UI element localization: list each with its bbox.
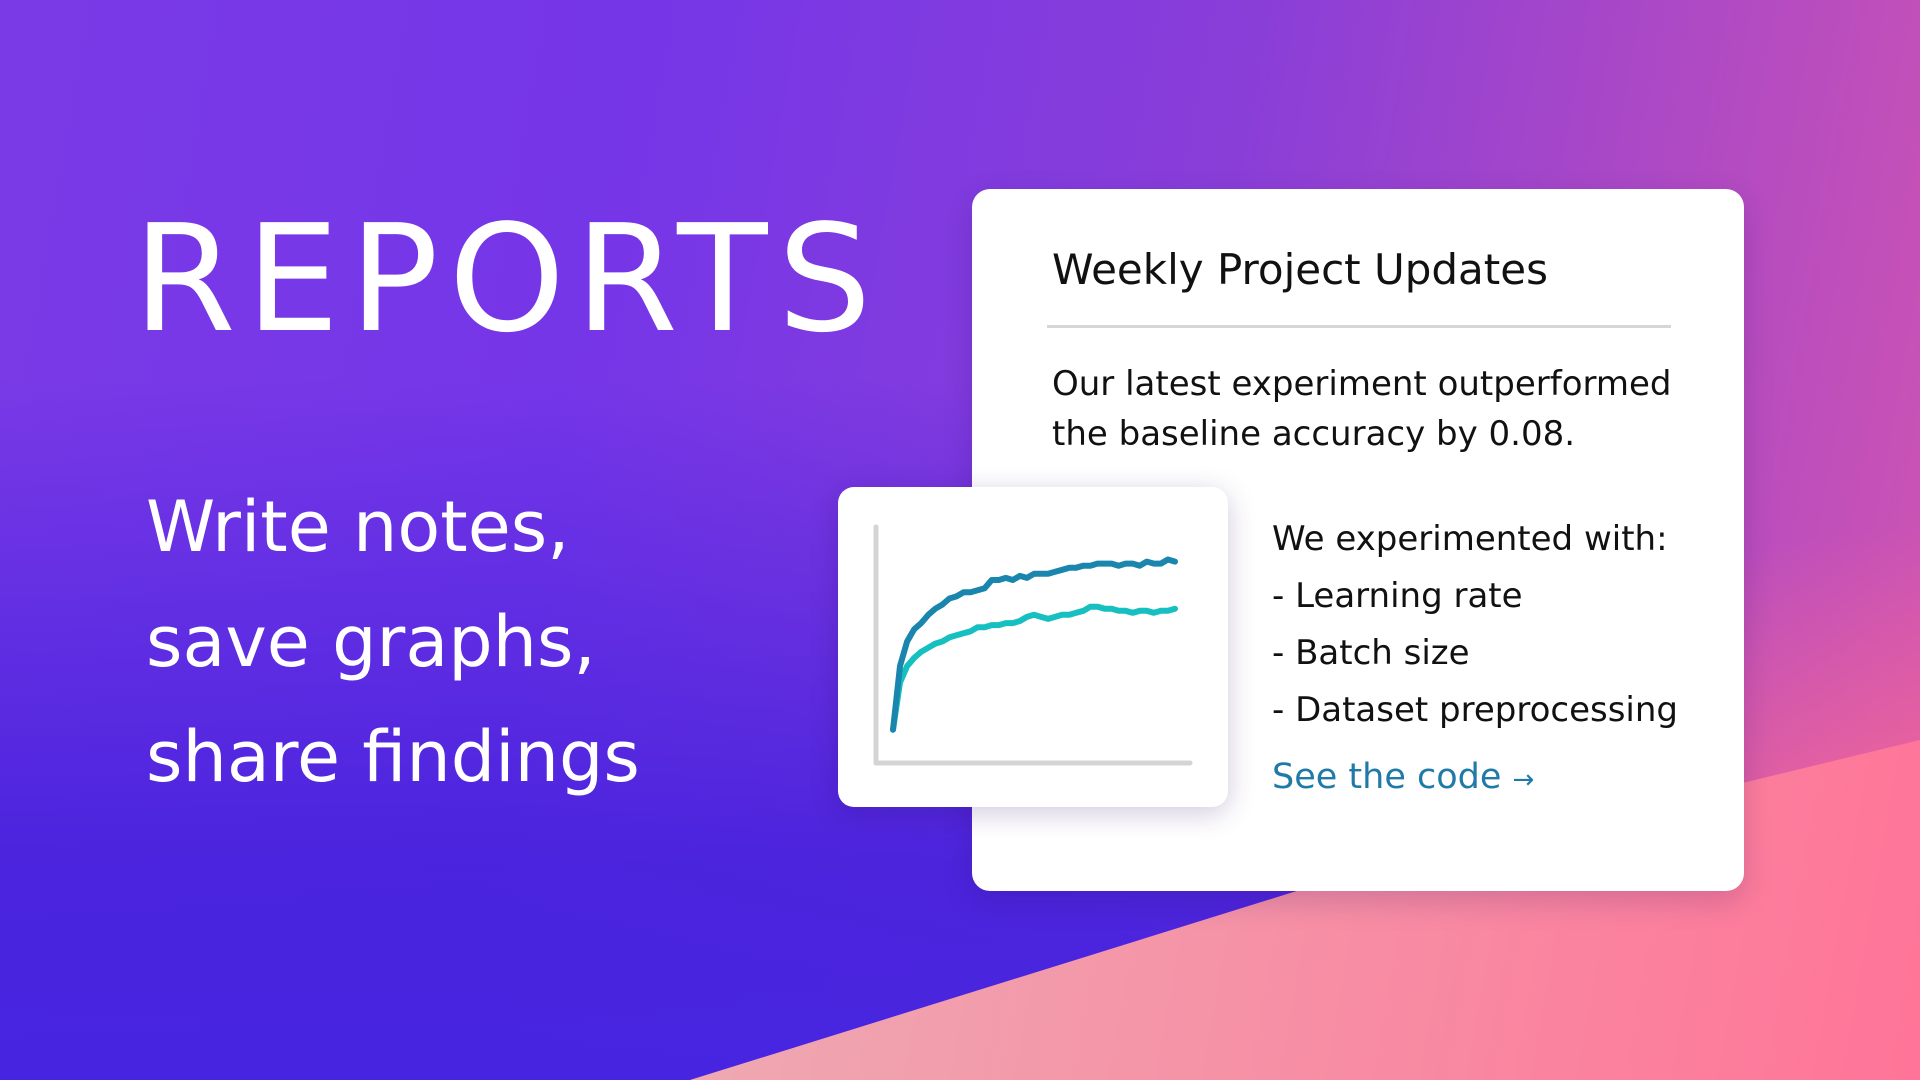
chart-card bbox=[838, 487, 1228, 807]
arrow-right-icon: → bbox=[1512, 765, 1535, 795]
tagline-line: share findings bbox=[146, 716, 640, 798]
line-chart bbox=[873, 524, 1193, 766]
list-item: - Batch size bbox=[1272, 633, 1470, 673]
summary-line: the baseline accuracy by 0.08. bbox=[1052, 414, 1576, 454]
report-summary: Our latest experiment outperformed the b… bbox=[1052, 359, 1672, 459]
list-item: - Learning rate bbox=[1272, 576, 1523, 616]
series-layer bbox=[890, 556, 1178, 733]
hero-title: REPORTS bbox=[133, 193, 882, 365]
see-code-link-label: See the code bbox=[1272, 757, 1502, 797]
experiments-list: We experimented with: - Learning rate - … bbox=[1272, 511, 1678, 739]
tagline-line: save graphs, bbox=[146, 601, 596, 683]
see-code-link[interactable]: See the code → bbox=[1272, 757, 1534, 797]
experiments-heading: We experimented with: bbox=[1272, 519, 1668, 559]
list-item: - Dataset preprocessing bbox=[1272, 690, 1678, 730]
tagline-line: Write notes, bbox=[146, 486, 570, 568]
series-line bbox=[890, 603, 1178, 733]
divider bbox=[1047, 325, 1671, 328]
summary-line: Our latest experiment outperformed bbox=[1052, 364, 1672, 404]
tagline: Write notes, save graphs, share findings bbox=[146, 470, 640, 815]
report-title: Weekly Project Updates bbox=[1052, 245, 1548, 294]
